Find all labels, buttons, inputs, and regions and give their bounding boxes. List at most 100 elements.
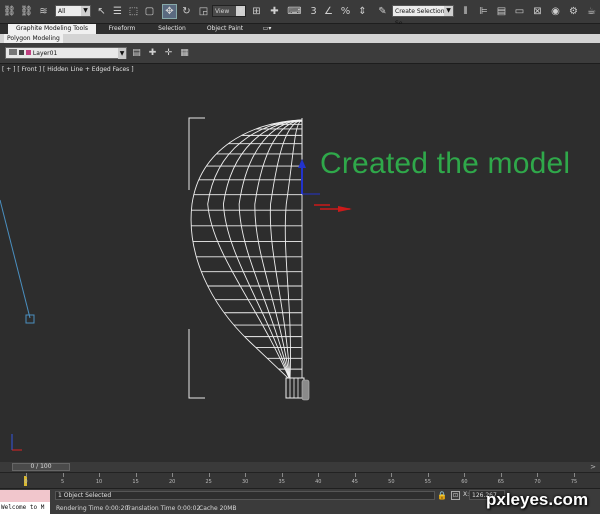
track-tick — [391, 473, 393, 477]
spinner-snap-icon[interactable]: ⇕ — [355, 4, 370, 19]
selection-filter-select[interactable]: All ▼ — [55, 5, 91, 17]
time-slider-next-icon[interactable]: > — [590, 463, 596, 471]
basket[interactable] — [285, 377, 305, 399]
layer-color-icon — [26, 50, 31, 55]
layer-name: Layer01 — [32, 50, 58, 57]
select-link-icon[interactable]: ⛓ — [2, 4, 17, 19]
model-wireframe — [0, 117, 352, 451]
tab-graphite-modeling-tools[interactable]: Graphite Modeling Tools — [8, 24, 96, 34]
track-tick-label: 70 — [534, 479, 541, 485]
selection-bracket-bottom-left — [188, 329, 205, 399]
selection-status: 1 Object Selected — [55, 491, 435, 500]
rectangular-region-icon[interactable]: ⬚ — [126, 4, 141, 19]
track-tick — [135, 473, 137, 477]
track-tick — [574, 473, 575, 477]
selection-bracket-top-left — [188, 117, 205, 190]
balloon-mesh[interactable] — [190, 119, 303, 381]
layer-manager-icon[interactable]: ▤ — [131, 48, 142, 59]
track-tick-label: 60 — [461, 479, 468, 485]
chevron-down-icon: ▼ — [236, 6, 245, 16]
track-tick-label: 40 — [315, 479, 322, 485]
track-tick-label: 0 — [24, 479, 28, 485]
tab-freeform[interactable]: Freeform — [100, 24, 144, 34]
track-bar[interactable]: 0 5 10 15 20 25 30 35 40 45 50 55 60 65 70 75 — [0, 472, 600, 488]
time-slider[interactable]: 0 / 100 > — [0, 462, 600, 472]
align-icon[interactable]: ⊫ — [476, 4, 491, 19]
layer-freeze-icon — [19, 50, 24, 55]
track-tick — [99, 473, 101, 477]
track-tick-label: 50 — [388, 479, 395, 485]
reference-coord-select[interactable]: View ▼ — [212, 5, 246, 17]
track-tick — [500, 473, 502, 477]
track-tick-label: 55 — [424, 479, 432, 485]
tab-selection[interactable]: Selection — [150, 24, 194, 34]
rotate-icon[interactable]: ↻ — [179, 4, 194, 19]
absolute-mode-icon[interactable]: ⊡ — [451, 491, 460, 500]
maxscript-listener-input[interactable] — [0, 490, 50, 502]
new-layer-icon[interactable]: ✚ — [147, 48, 158, 59]
pivot-icon[interactable]: ⊞ — [249, 4, 264, 19]
ribbon-options-icon[interactable]: ▭▾ — [258, 24, 276, 34]
curve-editor-icon[interactable]: ⊠ — [530, 4, 545, 19]
track-tick — [537, 473, 539, 477]
named-selection-set-select[interactable]: Create Selection Se ▼ — [392, 5, 454, 27]
selection-lock-icon[interactable]: 🔒 — [437, 491, 447, 500]
track-tick-label: 30 — [242, 479, 249, 485]
watermark: pxleyes.com — [486, 490, 589, 509]
keyboard-shortcut-icon[interactable]: ⌨ — [287, 4, 302, 19]
track-tick-label: 15 — [132, 479, 139, 485]
balloon-meridian — [207, 119, 303, 381]
rendering-time: Rendering Time 0:00:20 — [56, 505, 129, 512]
maxscript-listener-output[interactable]: Welcome to M — [0, 502, 50, 514]
track-tick — [245, 473, 247, 477]
snaps-toggle-icon[interactable]: 3 — [306, 4, 321, 19]
track-tick — [208, 473, 210, 477]
track-tick-label: 20 — [168, 479, 176, 485]
layer-select[interactable]: Layer01 ▼ — [5, 47, 127, 59]
track-tick — [172, 473, 174, 477]
add-to-layer-icon[interactable]: ✛ — [163, 48, 174, 59]
panel-polygon-modeling[interactable]: Polygon Modeling — [4, 34, 63, 43]
track-tick-label: 10 — [95, 479, 103, 485]
layer-hide-icon — [9, 49, 17, 55]
scale-icon[interactable]: ◲ — [196, 4, 211, 19]
selection-filter-value: All — [58, 8, 66, 15]
track-tick — [354, 473, 356, 477]
track-tick-label: 75 — [570, 479, 578, 485]
layer-toolbar: Layer01 ▼ ▤ ✚ ✛ ▦ — [0, 43, 600, 64]
time-slider-thumb[interactable]: 0 / 100 — [12, 463, 70, 471]
reference-coord-value: View — [215, 8, 230, 15]
manipulate-icon[interactable]: ✚ — [267, 4, 282, 19]
main-toolbar: ⛓ ⛓ ≋ All ▼ ↖ ☰ ⬚ ▢ ✥ ↻ ◲ View ▼ ⊞ ✚ ⌨ 3… — [0, 0, 600, 27]
percent-snap-icon[interactable]: % — [338, 4, 353, 19]
bind-space-warp-icon[interactable]: ≋ — [36, 4, 51, 19]
move-icon[interactable]: ✥ — [162, 4, 177, 19]
select-in-layer-icon[interactable]: ▦ — [179, 48, 190, 59]
chevron-down-icon: ▼ — [118, 48, 126, 59]
mirror-icon[interactable]: ⫴ — [458, 4, 473, 19]
render-setup-icon[interactable]: ⚙ — [566, 4, 581, 19]
select-object-icon[interactable]: ↖ — [94, 4, 109, 19]
toggle-ribbon-icon[interactable]: ▭ — [512, 4, 527, 19]
angle-snap-icon[interactable]: ∠ — [321, 4, 336, 19]
layer-explorer-icon[interactable]: ▤ — [494, 4, 509, 19]
edit-named-sets-icon[interactable]: ✎ — [375, 4, 390, 19]
track-tick-label: 5 — [60, 479, 65, 485]
translation-time: Translation Time 0:00:02 — [126, 505, 201, 512]
snap-label: 3 — [310, 6, 317, 17]
tab-object-paint[interactable]: Object Paint — [200, 24, 250, 34]
gizmo-x-arrow-icon — [338, 206, 352, 212]
track-tick-label: 35 — [278, 479, 285, 485]
chevron-down-icon: ▼ — [81, 6, 90, 16]
front-viewport[interactable]: [ + ] [ Front ] [ Hidden Line + Edged Fa… — [0, 64, 600, 462]
chevron-down-icon: ▼ — [444, 6, 453, 16]
track-tick-label: 65 — [497, 479, 505, 485]
material-editor-icon[interactable]: ◉ — [548, 4, 563, 19]
unlink-icon[interactable]: ⛓ — [19, 4, 34, 19]
track-tick-label: 25 — [205, 479, 212, 485]
render-icon[interactable]: ☕ — [584, 4, 599, 19]
select-by-name-icon[interactable]: ☰ — [110, 4, 125, 19]
track-tick — [281, 473, 283, 477]
panel-bar: Polygon Modeling — [0, 34, 600, 43]
window-crossing-icon[interactable]: ▢ — [142, 4, 157, 19]
